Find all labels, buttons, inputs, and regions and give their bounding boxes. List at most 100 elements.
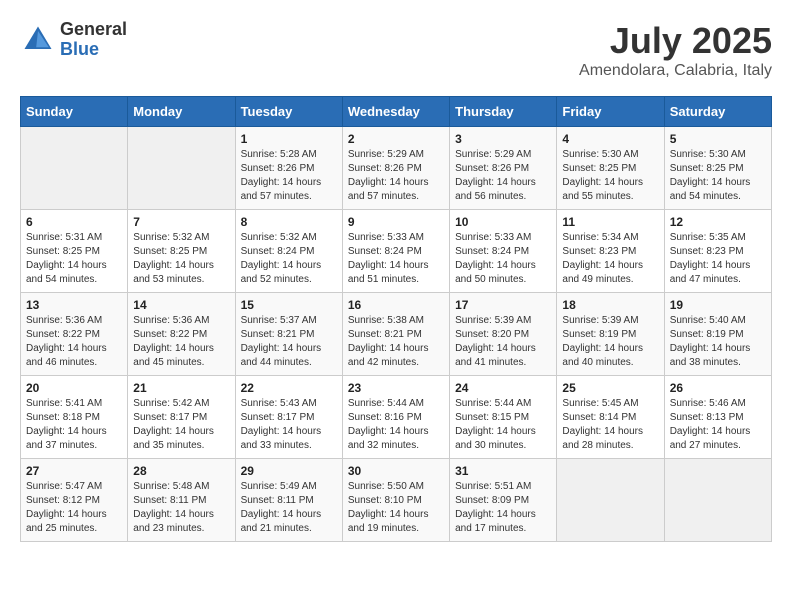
day-info: Sunrise: 5:32 AMSunset: 8:25 PMDaylight:… bbox=[133, 231, 229, 287]
cell-w5-d3: 29 Sunrise: 5:49 AMSunset: 8:11 PMDayligh… bbox=[235, 459, 342, 542]
cell-w3-d6: 18Sunrise: 5:39 AMSunset: 8:19 PMDayligh… bbox=[557, 293, 664, 376]
logo-text: General Blue bbox=[60, 20, 127, 60]
day-info: Sunrise: 5:50 AMSunset: 8:10 PMDaylight:… bbox=[348, 480, 444, 536]
day-info: Sunrise: 5:29 AMSunset: 8:26 PMDaylight:… bbox=[455, 148, 551, 204]
cell-w3-d7: 19Sunrise: 5:40 AMSunset: 8:19 PMDayligh… bbox=[664, 293, 771, 376]
header-tuesday: Tuesday bbox=[235, 97, 342, 127]
header: General Blue July 2025 Amendolara, Calab… bbox=[20, 20, 772, 80]
day-number: 4 bbox=[562, 132, 658, 146]
cell-w1-d1 bbox=[21, 127, 128, 210]
day-info: Sunrise: 5:48 AMSunset: 8:11 PMDaylight:… bbox=[133, 480, 229, 536]
cell-w4-d7: 26 Sunrise: 5:46 AMSunset: 8:13 PMDayligh… bbox=[664, 376, 771, 459]
cell-w5-d7 bbox=[664, 459, 771, 542]
week-row-4: 20 Sunrise: 5:41 AMSunset: 8:18 PMDayligh… bbox=[21, 376, 772, 459]
cell-w4-d2: 21Sunrise: 5:42 AMSunset: 8:17 PMDayligh… bbox=[128, 376, 235, 459]
cell-w5-d5: 31 Sunrise: 5:51 AMSunset: 8:09 PMDayligh… bbox=[450, 459, 557, 542]
cell-w5-d4: 30 Sunrise: 5:50 AMSunset: 8:10 PMDayligh… bbox=[342, 459, 449, 542]
cell-w2-d7: 12Sunrise: 5:35 AMSunset: 8:23 PMDayligh… bbox=[664, 210, 771, 293]
calendar-body: 1Sunrise: 5:28 AMSunset: 8:26 PMDaylight… bbox=[21, 127, 772, 542]
day-number: 12 bbox=[670, 215, 766, 229]
day-info: Sunrise: 5:49 AMSunset: 8:11 PMDaylight:… bbox=[241, 480, 337, 536]
header-monday: Monday bbox=[128, 97, 235, 127]
logo-icon bbox=[20, 22, 56, 58]
day-number: 31 bbox=[455, 464, 551, 478]
day-info: Sunrise: 5:43 AMSunset: 8:17 PMDaylight:… bbox=[241, 397, 337, 453]
logo: General Blue bbox=[20, 20, 127, 60]
cell-w5-d2: 28 Sunrise: 5:48 AMSunset: 8:11 PMDayligh… bbox=[128, 459, 235, 542]
cell-w2-d3: 8Sunrise: 5:32 AMSunset: 8:24 PMDaylight… bbox=[235, 210, 342, 293]
week-row-5: 27 Sunrise: 5:47 AMSunset: 8:12 PMDayligh… bbox=[21, 459, 772, 542]
cell-w2-d1: 6Sunrise: 5:31 AMSunset: 8:25 PMDaylight… bbox=[21, 210, 128, 293]
day-number: 29 bbox=[241, 464, 337, 478]
day-number: 23 bbox=[348, 381, 444, 395]
day-info: Sunrise: 5:39 AMSunset: 8:20 PMDaylight:… bbox=[455, 314, 551, 370]
day-info: Sunrise: 5:36 AMSunset: 8:22 PMDaylight:… bbox=[133, 314, 229, 370]
day-info: Sunrise: 5:34 AMSunset: 8:23 PMDaylight:… bbox=[562, 231, 658, 287]
day-number: 13 bbox=[26, 298, 122, 312]
day-number: 14 bbox=[133, 298, 229, 312]
day-info: Sunrise: 5:47 AMSunset: 8:12 PMDaylight:… bbox=[26, 480, 122, 536]
day-number: 11 bbox=[562, 215, 658, 229]
day-number: 15 bbox=[241, 298, 337, 312]
cell-w2-d6: 11 Sunrise: 5:34 AMSunset: 8:23 PMDayligh… bbox=[557, 210, 664, 293]
day-info: Sunrise: 5:30 AMSunset: 8:25 PMDaylight:… bbox=[670, 148, 766, 204]
day-number: 5 bbox=[670, 132, 766, 146]
day-info: Sunrise: 5:51 AMSunset: 8:09 PMDaylight:… bbox=[455, 480, 551, 536]
day-number: 22 bbox=[241, 381, 337, 395]
calendar-header: Sunday Monday Tuesday Wednesday Thursday… bbox=[21, 97, 772, 127]
cell-w1-d5: 3Sunrise: 5:29 AMSunset: 8:26 PMDaylight… bbox=[450, 127, 557, 210]
cell-w3-d1: 13 Sunrise: 5:36 AMSunset: 8:22 PMDayligh… bbox=[21, 293, 128, 376]
week-row-3: 13 Sunrise: 5:36 AMSunset: 8:22 PMDayligh… bbox=[21, 293, 772, 376]
header-sunday: Sunday bbox=[21, 97, 128, 127]
day-info: Sunrise: 5:45 AMSunset: 8:14 PMDaylight:… bbox=[562, 397, 658, 453]
day-number: 17 bbox=[455, 298, 551, 312]
cell-w4-d1: 20 Sunrise: 5:41 AMSunset: 8:18 PMDayligh… bbox=[21, 376, 128, 459]
day-number: 28 bbox=[133, 464, 229, 478]
day-info: Sunrise: 5:36 AMSunset: 8:22 PMDaylight:… bbox=[26, 314, 122, 370]
day-info: Sunrise: 5:39 AMSunset: 8:19 PMDaylight:… bbox=[562, 314, 658, 370]
day-number: 10 bbox=[455, 215, 551, 229]
cell-w2-d2: 7 Sunrise: 5:32 AMSunset: 8:25 PMDaylight… bbox=[128, 210, 235, 293]
day-info: Sunrise: 5:41 AMSunset: 8:18 PMDaylight:… bbox=[26, 397, 122, 453]
header-row: Sunday Monday Tuesday Wednesday Thursday… bbox=[21, 97, 772, 127]
week-row-2: 6Sunrise: 5:31 AMSunset: 8:25 PMDaylight… bbox=[21, 210, 772, 293]
cell-w1-d2 bbox=[128, 127, 235, 210]
month-year-title: July 2025 bbox=[579, 20, 772, 62]
header-saturday: Saturday bbox=[664, 97, 771, 127]
day-number: 20 bbox=[26, 381, 122, 395]
day-info: Sunrise: 5:28 AMSunset: 8:26 PMDaylight:… bbox=[241, 148, 337, 204]
day-info: Sunrise: 5:44 AMSunset: 8:15 PMDaylight:… bbox=[455, 397, 551, 453]
day-info: Sunrise: 5:37 AMSunset: 8:21 PMDaylight:… bbox=[241, 314, 337, 370]
day-number: 24 bbox=[455, 381, 551, 395]
day-info: Sunrise: 5:33 AMSunset: 8:24 PMDaylight:… bbox=[455, 231, 551, 287]
cell-w1-d4: 2Sunrise: 5:29 AMSunset: 8:26 PMDaylight… bbox=[342, 127, 449, 210]
day-number: 30 bbox=[348, 464, 444, 478]
cell-w2-d4: 9Sunrise: 5:33 AMSunset: 8:24 PMDaylight… bbox=[342, 210, 449, 293]
day-number: 16 bbox=[348, 298, 444, 312]
cell-w1-d7: 5 Sunrise: 5:30 AMSunset: 8:25 PMDaylight… bbox=[664, 127, 771, 210]
day-info: Sunrise: 5:30 AMSunset: 8:25 PMDaylight:… bbox=[562, 148, 658, 204]
day-number: 21 bbox=[133, 381, 229, 395]
location-subtitle: Amendolara, Calabria, Italy bbox=[579, 62, 772, 80]
header-wednesday: Wednesday bbox=[342, 97, 449, 127]
cell-w3-d3: 15 Sunrise: 5:37 AMSunset: 8:21 PMDayligh… bbox=[235, 293, 342, 376]
cell-w2-d5: 10 Sunrise: 5:33 AMSunset: 8:24 PMDayligh… bbox=[450, 210, 557, 293]
cell-w1-d6: 4 Sunrise: 5:30 AMSunset: 8:25 PMDaylight… bbox=[557, 127, 664, 210]
cell-w3-d4: 16Sunrise: 5:38 AMSunset: 8:21 PMDayligh… bbox=[342, 293, 449, 376]
day-number: 27 bbox=[26, 464, 122, 478]
cell-w5-d6 bbox=[557, 459, 664, 542]
day-info: Sunrise: 5:29 AMSunset: 8:26 PMDaylight:… bbox=[348, 148, 444, 204]
calendar-table: Sunday Monday Tuesday Wednesday Thursday… bbox=[20, 96, 772, 542]
cell-w4-d6: 25 Sunrise: 5:45 AMSunset: 8:14 PMDayligh… bbox=[557, 376, 664, 459]
day-number: 25 bbox=[562, 381, 658, 395]
day-number: 7 bbox=[133, 215, 229, 229]
day-info: Sunrise: 5:46 AMSunset: 8:13 PMDaylight:… bbox=[670, 397, 766, 453]
day-number: 8 bbox=[241, 215, 337, 229]
header-thursday: Thursday bbox=[450, 97, 557, 127]
title-area: July 2025 Amendolara, Calabria, Italy bbox=[579, 20, 772, 80]
day-info: Sunrise: 5:31 AMSunset: 8:25 PMDaylight:… bbox=[26, 231, 122, 287]
cell-w3-d2: 14 Sunrise: 5:36 AMSunset: 8:22 PMDayligh… bbox=[128, 293, 235, 376]
day-number: 19 bbox=[670, 298, 766, 312]
cell-w1-d3: 1Sunrise: 5:28 AMSunset: 8:26 PMDaylight… bbox=[235, 127, 342, 210]
day-number: 26 bbox=[670, 381, 766, 395]
